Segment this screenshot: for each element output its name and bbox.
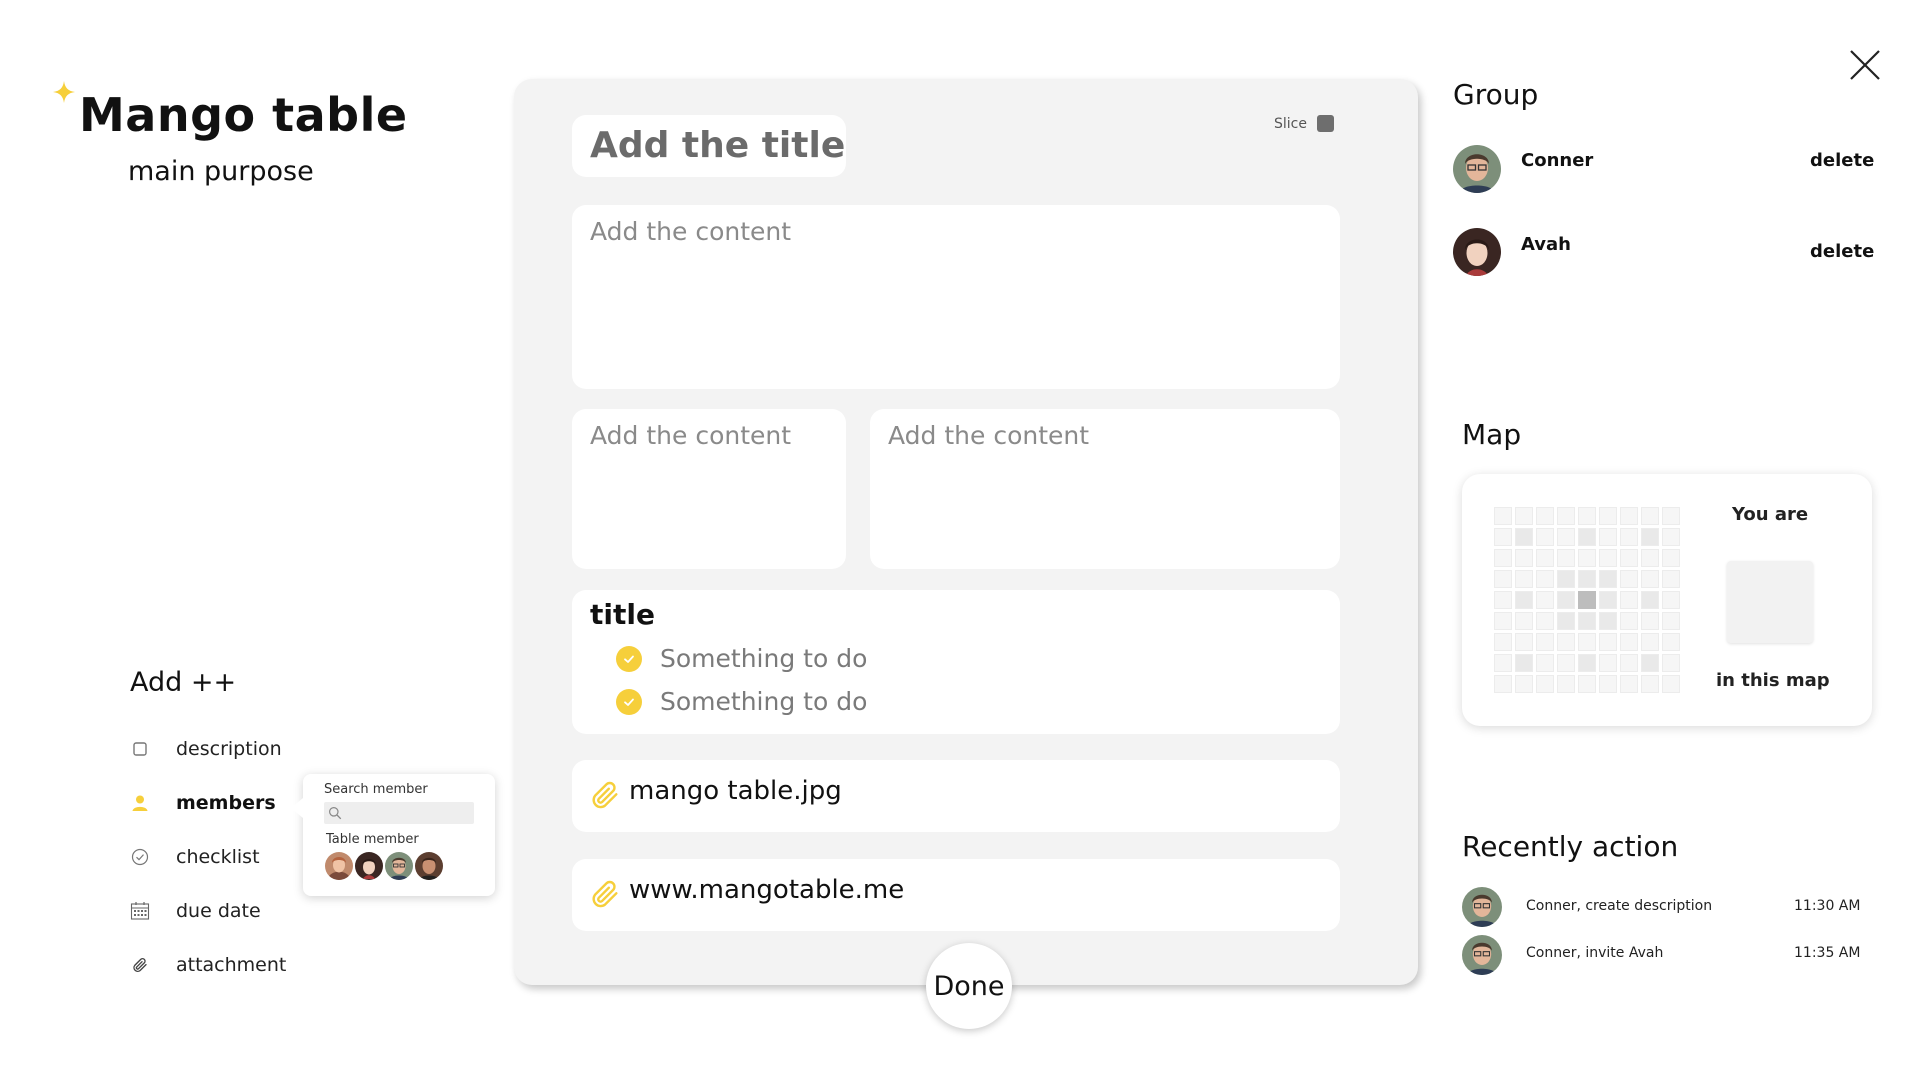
add-members-option[interactable]: members (130, 792, 276, 814)
checklist-item-text: Something to do (660, 644, 868, 673)
content-placeholder: Add the content (590, 217, 792, 246)
content-field-right[interactable]: Add the content (870, 409, 1340, 569)
current-location-cell (1578, 591, 1596, 609)
table-member-label: Table member (326, 832, 419, 847)
member-search-popup: Search member Table member (291, 774, 495, 896)
add-attachment-option[interactable]: attachment (130, 954, 286, 976)
sparkle-icon (53, 81, 75, 103)
attachment-name: mango table.jpg (629, 776, 842, 806)
action-avatar (1462, 887, 1502, 927)
paperclip-icon (592, 880, 618, 908)
member-name: Avah (1521, 234, 1571, 255)
action-time: 11:35 AM (1794, 945, 1861, 961)
map-panel: You are in this map (1462, 474, 1872, 726)
checklist-item[interactable]: Something to do (616, 687, 867, 716)
add-due-date-option[interactable]: due date (130, 900, 261, 922)
avatar-avah (1453, 228, 1501, 276)
done-button[interactable]: Done (926, 943, 1012, 1029)
avatar-conner (1453, 145, 1501, 193)
member-avatar[interactable] (415, 852, 443, 880)
slice-toggle[interactable]: Slice (1274, 115, 1334, 132)
app-subtitle: main purpose (128, 156, 314, 187)
title-placeholder: Add the title (590, 125, 846, 166)
option-label: attachment (176, 954, 287, 976)
attachment-link[interactable]: www.mangotable.me (572, 859, 1340, 931)
person-icon (130, 793, 150, 813)
member-avatar[interactable] (355, 852, 383, 880)
check-icon[interactable] (616, 645, 642, 672)
map-title: Map (1462, 418, 1522, 451)
attachment-item[interactable]: mango table.jpg (572, 760, 1340, 832)
calendar-icon (130, 901, 150, 921)
option-label: description (176, 738, 282, 760)
add-checklist-option[interactable]: checklist (130, 846, 260, 868)
slice-label: Slice (1274, 115, 1307, 132)
you-are-label: You are (1732, 504, 1809, 525)
square-icon (130, 739, 150, 759)
map-grid[interactable] (1494, 507, 1680, 693)
option-label: due date (176, 900, 261, 922)
member-avatar[interactable] (385, 852, 413, 880)
checklist-title: title (590, 598, 655, 631)
content-placeholder: Add the content (888, 421, 1090, 450)
checklist-item-text: Something to do (660, 687, 868, 716)
member-name: Conner (1521, 150, 1594, 171)
search-member-label: Search member (324, 782, 428, 797)
delete-member-button[interactable]: delete (1810, 241, 1874, 262)
paperclip-icon (592, 781, 618, 809)
slice-checkbox[interactable] (1317, 115, 1334, 132)
add-menu-title: Add ++ (130, 667, 237, 698)
action-text: Conner, create description (1526, 898, 1713, 914)
you-location-box (1727, 561, 1813, 643)
check-circle-icon (130, 847, 150, 867)
action-avatar (1462, 935, 1502, 975)
attachment-url: www.mangotable.me (629, 875, 905, 905)
action-text: Conner, invite Avah (1526, 945, 1664, 961)
search-member-field[interactable] (324, 802, 474, 824)
content-placeholder: Add the content (590, 421, 792, 450)
card-editor: Add the title Slice Add the content Add … (514, 79, 1418, 985)
group-title: Group (1453, 78, 1539, 111)
title-field[interactable]: Add the title (572, 115, 846, 177)
check-icon[interactable] (616, 688, 642, 715)
content-field-left[interactable]: Add the content (572, 409, 846, 569)
paperclip-icon (130, 955, 150, 975)
app-title: Mango table (79, 88, 408, 142)
option-label: members (176, 792, 276, 814)
option-label: checklist (176, 846, 260, 868)
content-field-main[interactable]: Add the content (572, 205, 1340, 389)
action-time: 11:30 AM (1794, 898, 1861, 914)
checklist-block: title Something to do Something to do (572, 590, 1340, 734)
search-member-input[interactable] (346, 806, 470, 820)
checklist-item[interactable]: Something to do (616, 644, 867, 673)
search-icon (329, 807, 342, 820)
recent-actions-title: Recently action (1462, 830, 1679, 863)
add-description-option[interactable]: description (130, 738, 282, 760)
in-this-map-label: in this map (1716, 670, 1830, 691)
member-avatar[interactable] (325, 852, 353, 880)
close-icon[interactable] (1848, 48, 1882, 82)
delete-member-button[interactable]: delete (1810, 150, 1874, 171)
